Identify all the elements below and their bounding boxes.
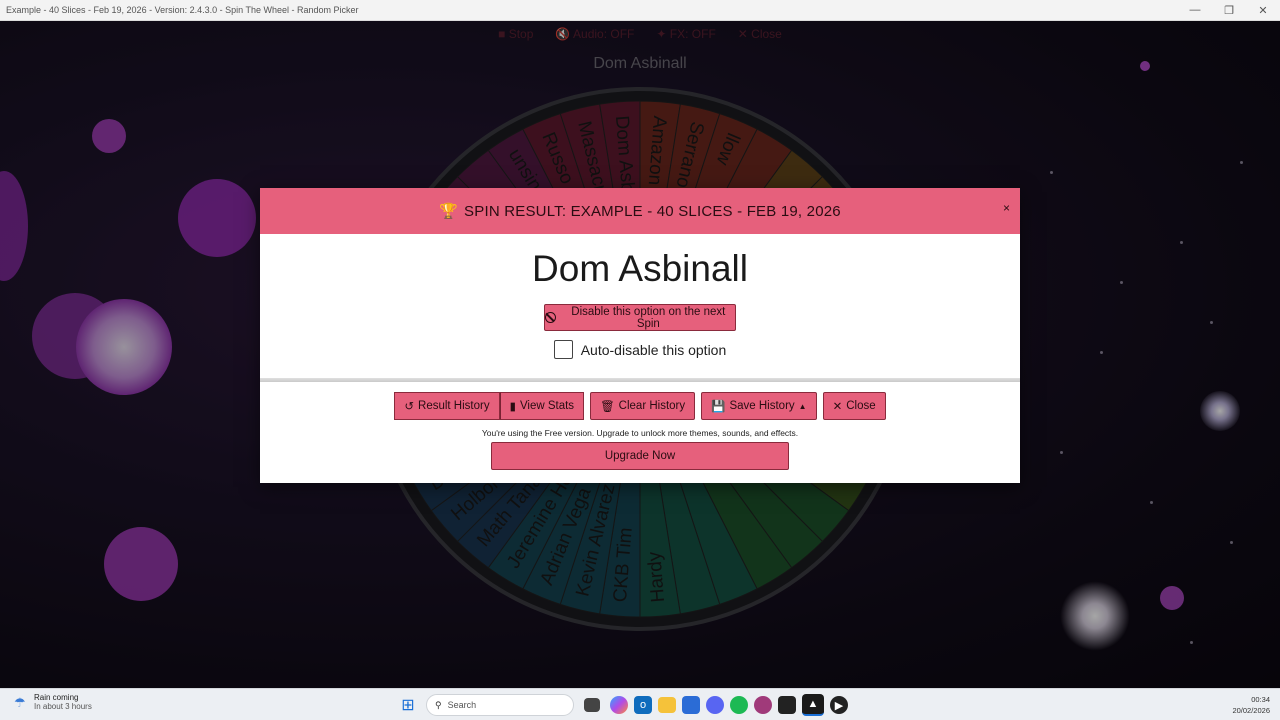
modal-title: 🏆 SPIN RESULT: EXAMPLE - 40 SLICES - FEB …: [439, 202, 841, 220]
caret-up-icon: ▲: [798, 401, 807, 411]
outlook-icon[interactable]: o: [634, 696, 652, 714]
no-entry-icon: [545, 312, 556, 323]
auto-disable-row: Auto-disable this option: [260, 340, 1020, 359]
upgrade-now-button[interactable]: Upgrade Now: [491, 442, 789, 470]
search-placeholder: Search: [447, 700, 477, 710]
weather-subtitle: In about 3 hours: [34, 702, 92, 711]
history-icon: ↺: [404, 401, 415, 413]
restore-icon[interactable]: ❐: [1212, 0, 1246, 21]
save-history-button[interactable]: 💾 Save History ▲: [701, 392, 817, 420]
modal-close-button[interactable]: ✕ Close: [822, 392, 886, 420]
media-player-icon[interactable]: ▶: [830, 696, 848, 714]
clock-date: 20/02/2026: [1232, 706, 1270, 715]
modal-header: 🏆 SPIN RESULT: EXAMPLE - 40 SLICES - FEB …: [260, 188, 1020, 234]
free-version-note: You're using the Free version. Upgrade t…: [481, 428, 799, 438]
auto-disable-checkbox[interactable]: [553, 340, 573, 359]
x-icon: ✕: [832, 401, 843, 413]
history-button-group: ↺ Result History ▮ View Stats: [394, 392, 585, 420]
floppy-disk-icon: 💾: [711, 401, 726, 413]
copilot-icon[interactable]: [610, 696, 628, 714]
save-history-label: Save History: [729, 400, 795, 412]
result-history-button[interactable]: ↺ Result History: [394, 392, 500, 420]
clock-time: 00:34: [1251, 695, 1270, 704]
app-icon[interactable]: [778, 696, 796, 714]
modal-body: Dom Asbinall Disable this option on the …: [260, 234, 1020, 378]
weather-title: Rain coming: [34, 693, 79, 702]
auto-disable-label: Auto-disable this option: [580, 341, 727, 358]
windows-taskbar: ☂ Rain coming In about 3 hours ⊞ ⚲ Searc…: [0, 688, 1280, 720]
view-stats-button[interactable]: ▮ View Stats: [499, 392, 585, 420]
spin-wheel-app-icon[interactable]: ▲: [802, 694, 824, 716]
store-icon[interactable]: [682, 696, 700, 714]
windows-start-icon[interactable]: ⊞: [396, 693, 420, 717]
discord-icon[interactable]: [706, 696, 724, 714]
result-history-label: Result History: [418, 400, 490, 412]
spin-result-modal: 🏆 SPIN RESULT: EXAMPLE - 40 SLICES - FEB …: [260, 188, 1020, 483]
clear-history-button[interactable]: 🗑 Clear History: [590, 392, 696, 420]
clear-history-label: Clear History: [618, 400, 686, 412]
taskbar-search[interactable]: ⚲ Search: [426, 694, 574, 716]
disable-option-button[interactable]: Disable this option on the next Spin: [544, 304, 736, 331]
trash-icon: 🗑: [600, 401, 615, 413]
close-label: Close: [846, 400, 876, 412]
file-explorer-icon[interactable]: [658, 697, 676, 713]
search-icon: ⚲: [435, 699, 442, 710]
modal-title-text: SPIN RESULT: EXAMPLE - 40 SLICES - FEB 1…: [464, 203, 841, 220]
modal-close-icon[interactable]: ×: [1003, 201, 1010, 215]
taskbar-apps: ⊞ ⚲ Search o ▲ ▶: [396, 693, 848, 717]
modal-footer: ↺ Result History ▮ View Stats 🗑 Clear Histo…: [260, 382, 1020, 470]
spotify-icon[interactable]: [730, 696, 748, 714]
window-titlebar: Example - 40 Slices - Feb 19, 2026 - Ver…: [0, 0, 1280, 21]
system-clock[interactable]: 00:34 20/02/2026: [1232, 694, 1270, 716]
history-button-row: ↺ Result History ▮ View Stats 🗑 Clear Histo…: [260, 392, 1020, 420]
disable-option-label: Disable this option on the next Spin: [571, 305, 726, 330]
minimize-icon[interactable]: —: [1178, 0, 1212, 21]
app-icon[interactable]: [754, 696, 772, 714]
weather-widget[interactable]: ☂ Rain coming In about 3 hours: [14, 693, 92, 711]
winner-name: Dom Asbinall: [532, 248, 748, 289]
task-view-icon[interactable]: [584, 698, 600, 712]
trophy-icon: 🏆: [439, 203, 459, 220]
close-window-icon[interactable]: ✕: [1246, 0, 1280, 21]
bar-chart-icon: ▮: [509, 401, 516, 413]
view-stats-label: View Stats: [519, 400, 575, 412]
window-title: Example - 40 Slices - Feb 19, 2026 - Ver…: [6, 5, 359, 15]
rain-cloud-icon: ☂: [14, 695, 26, 710]
